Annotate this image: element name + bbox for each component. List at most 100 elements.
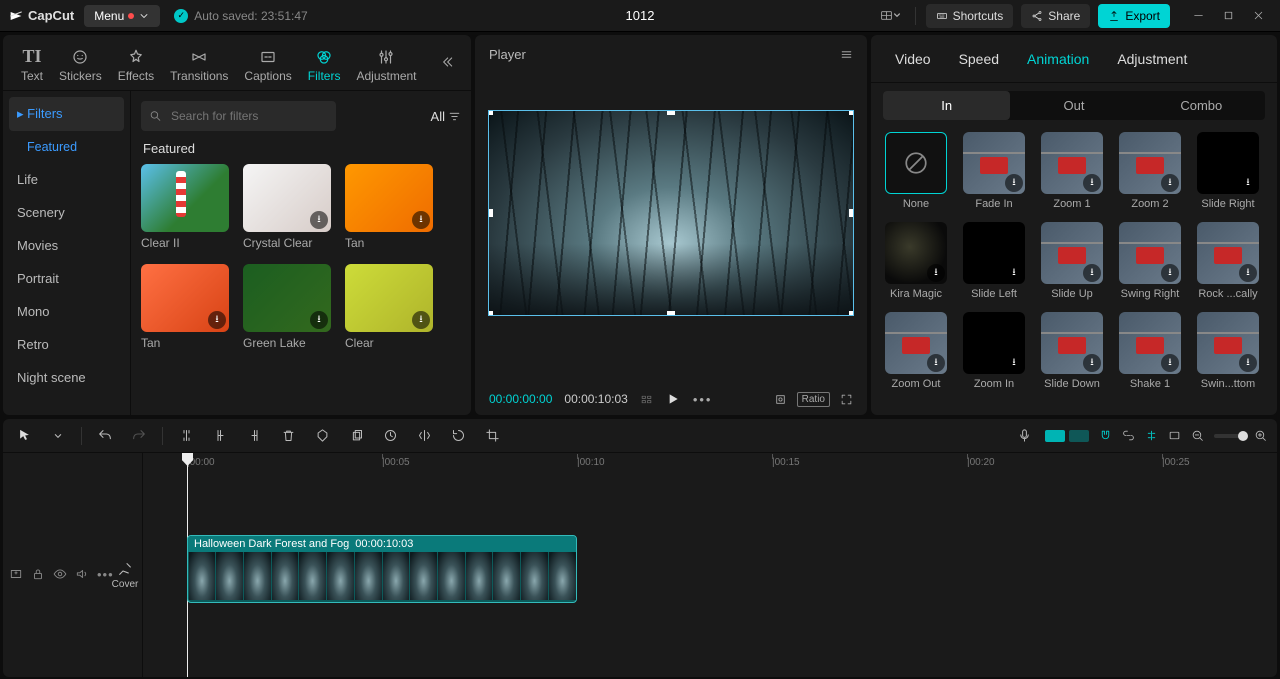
- animation-item[interactable]: ⭳Swing Right: [1119, 222, 1181, 300]
- window-minimize-button[interactable]: [1184, 5, 1212, 27]
- animation-item[interactable]: ⭳Zoom 2: [1119, 132, 1181, 210]
- shortcuts-button[interactable]: Shortcuts: [926, 4, 1014, 28]
- cat-portrait[interactable]: Portrait: [3, 262, 130, 295]
- tab-filters[interactable]: Filters: [300, 43, 349, 87]
- download-icon[interactable]: ⭳: [208, 311, 226, 329]
- download-icon[interactable]: ⭳: [1161, 264, 1179, 282]
- export-button[interactable]: Export: [1098, 4, 1170, 28]
- timeline-clip[interactable]: Halloween Dark Forest and Fog00:00:10:03: [187, 535, 577, 603]
- animation-item[interactable]: None: [885, 132, 947, 210]
- magnet-icon[interactable]: [1099, 429, 1112, 442]
- resize-handle[interactable]: [667, 110, 675, 115]
- timeline-ruler[interactable]: |00:00|00:05|00:10|00:15|00:20|00:25: [143, 453, 1277, 475]
- download-icon[interactable]: ⭳: [1239, 354, 1257, 372]
- cat-mono[interactable]: Mono: [3, 295, 130, 328]
- menu-button[interactable]: Menu: [84, 5, 160, 27]
- zoom-in-icon[interactable]: [1254, 429, 1267, 442]
- download-icon[interactable]: ⭳: [1239, 174, 1257, 192]
- ratio-button[interactable]: Ratio: [797, 392, 830, 407]
- player-more-button[interactable]: •••: [693, 392, 713, 407]
- tab-transitions[interactable]: Transitions: [162, 43, 236, 87]
- record-audio-button[interactable]: [1013, 425, 1035, 447]
- scale-preview-icon[interactable]: [774, 393, 787, 406]
- layout-switch-button[interactable]: [877, 5, 905, 27]
- marker-button[interactable]: [311, 425, 333, 447]
- insp-tab-video[interactable]: Video: [881, 37, 945, 81]
- timeline-tracks[interactable]: |00:00|00:05|00:10|00:15|00:20|00:25 Hal…: [143, 453, 1277, 677]
- preview-frame[interactable]: ⟳: [488, 110, 854, 316]
- filter-item[interactable]: ⭳Tan: [141, 264, 229, 350]
- window-maximize-button[interactable]: [1214, 5, 1242, 27]
- filter-item[interactable]: Clear II: [141, 164, 229, 250]
- download-icon[interactable]: ⭳: [310, 311, 328, 329]
- resize-handle[interactable]: [849, 110, 854, 115]
- insp-tab-adjustment[interactable]: Adjustment: [1103, 37, 1201, 81]
- pointer-dropdown[interactable]: [47, 425, 69, 447]
- download-icon[interactable]: ⭳: [1161, 354, 1179, 372]
- anim-mode-out[interactable]: Out: [1010, 91, 1137, 120]
- download-icon[interactable]: ⭳: [927, 264, 945, 282]
- animation-item[interactable]: ⭳Zoom Out: [885, 312, 947, 390]
- animation-item[interactable]: ⭳Slide Right: [1197, 132, 1259, 210]
- mirror-button[interactable]: [413, 425, 435, 447]
- resize-handle[interactable]: [488, 311, 493, 316]
- cat-featured[interactable]: Featured: [3, 131, 130, 163]
- pointer-tool[interactable]: [13, 425, 35, 447]
- insp-tab-speed[interactable]: Speed: [945, 37, 1013, 81]
- reverse-button[interactable]: [379, 425, 401, 447]
- rotate-button[interactable]: [447, 425, 469, 447]
- track-lock-icon[interactable]: [31, 567, 45, 584]
- cat-filters[interactable]: ▸ Filters: [9, 97, 124, 131]
- animation-item[interactable]: ⭳Kira Magic: [885, 222, 947, 300]
- filter-all-button[interactable]: All: [431, 109, 461, 124]
- player-menu-icon[interactable]: [840, 48, 853, 61]
- animation-item[interactable]: ⭳Zoom In: [963, 312, 1025, 390]
- tab-adjustment[interactable]: Adjustment: [348, 43, 424, 87]
- filter-search-input[interactable]: [141, 101, 336, 131]
- download-icon[interactable]: ⭳: [1083, 264, 1101, 282]
- link-icon[interactable]: [1122, 429, 1135, 442]
- undo-button[interactable]: [94, 425, 116, 447]
- animation-item[interactable]: ⭳Slide Left: [963, 222, 1025, 300]
- cat-scenery[interactable]: Scenery: [3, 196, 130, 229]
- tab-stickers[interactable]: Stickers: [51, 43, 110, 87]
- animation-item[interactable]: ⭳Zoom 1: [1041, 132, 1103, 210]
- trim-right-button[interactable]: [243, 425, 265, 447]
- download-icon[interactable]: ⭳: [1005, 264, 1023, 282]
- download-icon[interactable]: ⭳: [927, 354, 945, 372]
- align-icon[interactable]: [1145, 429, 1158, 442]
- filter-item[interactable]: ⭳Clear: [345, 264, 433, 350]
- animation-item[interactable]: ⭳Slide Up: [1041, 222, 1103, 300]
- trim-left-button[interactable]: [209, 425, 231, 447]
- window-close-button[interactable]: [1244, 5, 1272, 27]
- download-icon[interactable]: ⭳: [412, 211, 430, 229]
- resize-handle[interactable]: [849, 209, 854, 217]
- resize-handle[interactable]: [488, 110, 493, 115]
- anim-mode-combo[interactable]: Combo: [1138, 91, 1265, 120]
- download-icon[interactable]: ⭳: [1005, 174, 1023, 192]
- resize-handle[interactable]: [488, 209, 493, 217]
- fullscreen-icon[interactable]: [840, 393, 853, 406]
- resize-handle[interactable]: [849, 311, 854, 316]
- download-icon[interactable]: ⭳: [1161, 174, 1179, 192]
- tab-captions[interactable]: Captions: [236, 43, 299, 87]
- zoom-slider[interactable]: [1214, 434, 1244, 438]
- animation-item[interactable]: ⭳Swin...ttom: [1197, 312, 1259, 390]
- duplicate-button[interactable]: [345, 425, 367, 447]
- crop-button[interactable]: [481, 425, 503, 447]
- track-add-icon[interactable]: [9, 567, 23, 584]
- cat-night[interactable]: Night scene: [3, 361, 130, 394]
- cat-movies[interactable]: Movies: [3, 229, 130, 262]
- collapse-panel-button[interactable]: [433, 54, 461, 75]
- animation-item[interactable]: ⭳Rock ...cally: [1197, 222, 1259, 300]
- tab-effects[interactable]: Effects: [110, 43, 162, 87]
- cat-retro[interactable]: Retro: [3, 328, 130, 361]
- anim-mode-in[interactable]: In: [883, 91, 1010, 120]
- cover-button[interactable]: Cover: [109, 561, 141, 590]
- animation-item[interactable]: ⭳Slide Down: [1041, 312, 1103, 390]
- delete-button[interactable]: [277, 425, 299, 447]
- filter-item[interactable]: ⭳Crystal Clear: [243, 164, 331, 250]
- zoom-out-icon[interactable]: [1191, 429, 1204, 442]
- resize-handle[interactable]: [667, 311, 675, 316]
- download-icon[interactable]: ⭳: [412, 311, 430, 329]
